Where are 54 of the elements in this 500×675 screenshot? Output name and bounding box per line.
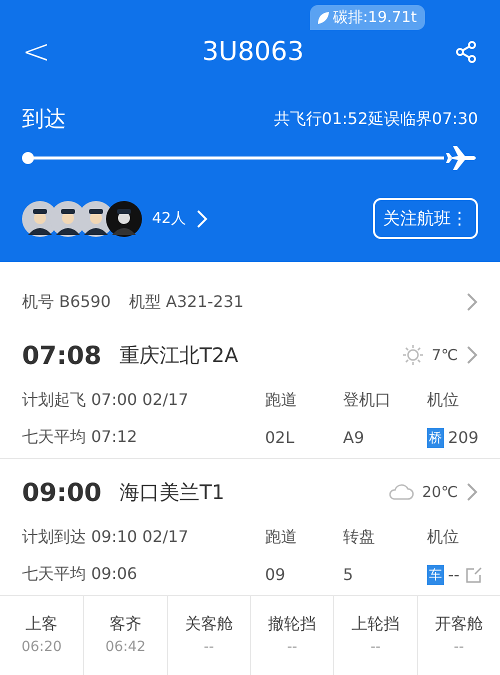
milestone-label: 客齐 xyxy=(109,614,142,635)
milestone-time: -- xyxy=(287,639,298,655)
cloud-icon xyxy=(388,483,414,501)
chevron-right-icon[interactable] xyxy=(466,292,478,312)
stand-value: 209 xyxy=(448,428,479,447)
milestone-label: 关客舱 xyxy=(184,614,233,635)
crew-count[interactable]: 42人 xyxy=(152,209,186,228)
column-label: 转盘 xyxy=(343,527,376,548)
aircraft-registration: 机号 B6590 xyxy=(22,292,111,312)
flight-duration: 共飞行01:52延误临界07:30 xyxy=(274,108,478,130)
airplane-icon xyxy=(446,145,478,171)
milestone-label: 上客 xyxy=(26,614,58,635)
share-icon[interactable] xyxy=(454,40,478,64)
column-label: 机位 xyxy=(427,390,460,411)
scheduled-time: 计划到达 09:10 02/17 xyxy=(22,527,190,548)
stand-value: -- xyxy=(448,565,460,584)
chevron-right-icon[interactable] xyxy=(466,345,478,365)
column-value: 02L xyxy=(265,427,296,448)
milestone-time: -- xyxy=(370,639,381,655)
chevron-right-icon[interactable] xyxy=(466,482,478,502)
average-time: 七天平均 09:06 xyxy=(22,564,138,585)
column-label: 登机口 xyxy=(343,390,392,411)
average-time: 七天平均 07:12 xyxy=(22,427,138,448)
column-value: A9 xyxy=(343,427,366,448)
column-label: 机位 xyxy=(427,527,460,548)
milestone-label: 上轮挡 xyxy=(351,614,400,635)
avatar-icon xyxy=(106,200,142,236)
milestone-label: 撤轮挡 xyxy=(268,614,316,635)
follow-flight-button[interactable]: 关注航班⋮ xyxy=(373,198,478,239)
aircraft-type: 机型 A321-231 xyxy=(128,292,244,312)
column-label: 跑道 xyxy=(265,390,298,411)
milestone-label: 开客舱 xyxy=(434,614,483,635)
sun-icon xyxy=(402,344,424,366)
carbon-badge: 碳排:19.71t xyxy=(310,5,425,30)
leg-time: 07:08 xyxy=(22,340,102,370)
milestone-time: 06:20 xyxy=(21,639,62,655)
milestone-time: 06:42 xyxy=(105,639,146,655)
back-button[interactable]: < xyxy=(22,32,52,72)
stand-tag: 车 xyxy=(427,564,444,584)
milestone-time: -- xyxy=(204,639,214,655)
leg-time: 09:00 xyxy=(22,478,102,506)
column-label: 跑道 xyxy=(265,527,298,548)
temperature: 7℃ xyxy=(432,346,458,364)
airport-name: 海口美兰T1 xyxy=(120,478,225,506)
flight-number: 3U8063 xyxy=(202,37,304,67)
milestone-time: -- xyxy=(454,639,464,655)
scheduled-time: 计划起飞 07:00 02/17 xyxy=(22,390,190,411)
stand-tag: 桥 xyxy=(427,428,444,448)
airport-name: 重庆江北T2A xyxy=(120,342,238,368)
flight-status: 到达 xyxy=(22,106,66,134)
edit-icon[interactable] xyxy=(464,564,484,584)
temperature: 20℃ xyxy=(422,483,458,501)
column-value: 5 xyxy=(343,564,354,585)
column-value: 09 xyxy=(265,564,286,585)
